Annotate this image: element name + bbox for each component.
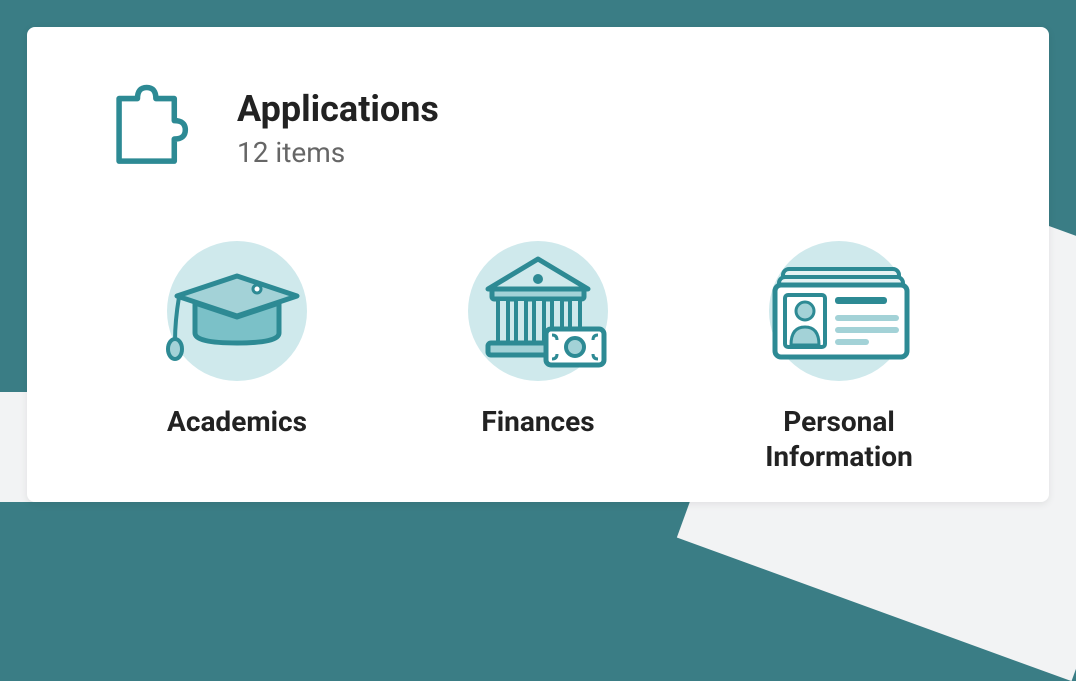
bank-icon [458, 241, 618, 381]
tile-academics[interactable]: Academics [117, 236, 357, 474]
id-card-icon [759, 241, 919, 381]
header-text: Applications 12 items [237, 88, 439, 169]
tiles-row: Academics [97, 236, 979, 474]
page-title: Applications [237, 88, 439, 130]
tile-finances[interactable]: Finances [418, 236, 658, 474]
tile-personal-information[interactable]: Personal Information [719, 236, 959, 474]
puzzle-piece-icon [97, 82, 189, 174]
tile-label: Academics [167, 404, 307, 439]
tile-label: Finances [481, 404, 594, 439]
card-header: Applications 12 items [97, 82, 979, 174]
applications-card: Applications 12 items [27, 27, 1049, 502]
item-count: 12 items [237, 136, 439, 169]
graduation-cap-icon [157, 241, 317, 381]
academics-icon-wrap [157, 236, 317, 386]
finances-icon-wrap [458, 236, 618, 386]
tile-label: Personal Information [719, 404, 959, 474]
personal-info-icon-wrap [759, 236, 919, 386]
